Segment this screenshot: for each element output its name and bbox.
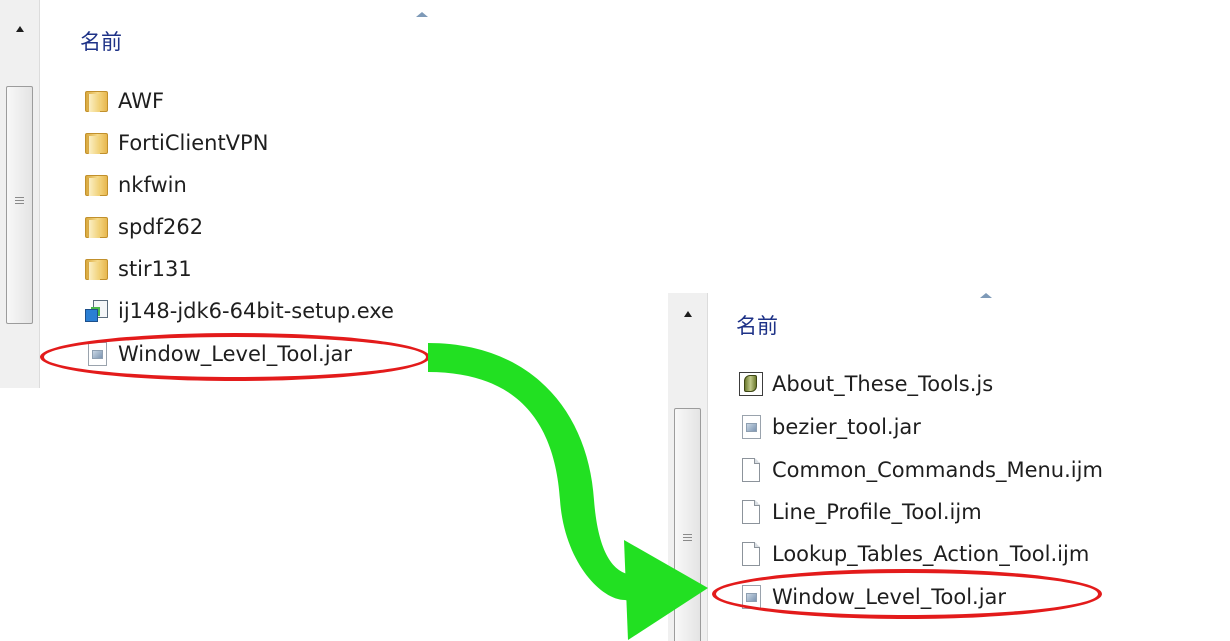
folder-icon: [84, 172, 110, 198]
file-name: nkfwin: [118, 173, 187, 197]
file-name: Line_Profile_Tool.ijm: [772, 500, 982, 524]
list-item[interactable]: stir131: [84, 249, 192, 289]
vertical-scrollbar[interactable]: [668, 293, 708, 641]
file-name: Common_Commands_Menu.ijm: [772, 458, 1103, 482]
list-item[interactable]: Lookup_Tables_Action_Tool.ijm: [738, 534, 1089, 574]
scrollbar-thumb[interactable]: [6, 86, 33, 324]
list-item[interactable]: Line_Profile_Tool.ijm: [738, 492, 982, 532]
file-name: bezier_tool.jar: [772, 415, 921, 439]
folder-icon: [84, 88, 110, 114]
file-name: About_These_Tools.js: [772, 372, 994, 396]
file-list-pane-destination: 名前 About_These_Tools.js bezier_tool.jar …: [668, 293, 1230, 641]
list-item[interactable]: Window_Level_Tool.jar: [738, 577, 1006, 617]
jar-file-icon: [84, 341, 110, 367]
list-item[interactable]: About_These_Tools.js: [738, 364, 993, 404]
file-name: spdf262: [118, 215, 204, 239]
file-name: Lookup_Tables_Action_Tool.ijm: [772, 542, 1090, 566]
file-name: stir131: [118, 257, 192, 281]
sort-ascending-icon: [980, 293, 992, 298]
file-name: FortiClientVPN: [118, 131, 269, 155]
list-item[interactable]: spdf262: [84, 207, 203, 247]
folder-icon: [84, 256, 110, 282]
vertical-scrollbar[interactable]: [0, 0, 40, 388]
file-list-pane-source: 名前 AWF FortiClientVPN nkfwin spdf262 sti…: [0, 0, 545, 388]
folder-icon: [84, 214, 110, 240]
sort-ascending-icon: [416, 12, 428, 17]
file-name: Window_Level_Tool.jar: [118, 342, 353, 366]
document-icon: [738, 457, 764, 483]
file-name: AWF: [118, 89, 165, 113]
file-name: ij148-jdk6-64bit-setup.exe: [118, 299, 394, 323]
document-icon: [738, 499, 764, 525]
list-item[interactable]: Common_Commands_Menu.ijm: [738, 450, 1103, 490]
column-header-name[interactable]: 名前: [736, 310, 778, 340]
script-file-icon: [738, 371, 764, 397]
document-icon: [738, 541, 764, 567]
list-item[interactable]: ij148-jdk6-64bit-setup.exe: [84, 291, 394, 331]
list-item[interactable]: nkfwin: [84, 165, 187, 205]
folder-icon: [84, 130, 110, 156]
scrollbar-thumb[interactable]: [674, 408, 701, 641]
scroll-up-arrow-icon[interactable]: [0, 14, 40, 44]
file-name: Window_Level_Tool.jar: [772, 585, 1007, 609]
list-item[interactable]: Window_Level_Tool.jar: [84, 334, 352, 374]
list-item[interactable]: bezier_tool.jar: [738, 407, 921, 447]
list-item[interactable]: AWF: [84, 81, 164, 121]
column-header-name[interactable]: 名前: [80, 26, 122, 56]
jar-file-icon: [738, 584, 764, 610]
jar-file-icon: [738, 414, 764, 440]
list-item[interactable]: FortiClientVPN: [84, 123, 268, 163]
scroll-up-arrow-icon[interactable]: [668, 299, 708, 329]
installer-icon: [84, 298, 110, 324]
